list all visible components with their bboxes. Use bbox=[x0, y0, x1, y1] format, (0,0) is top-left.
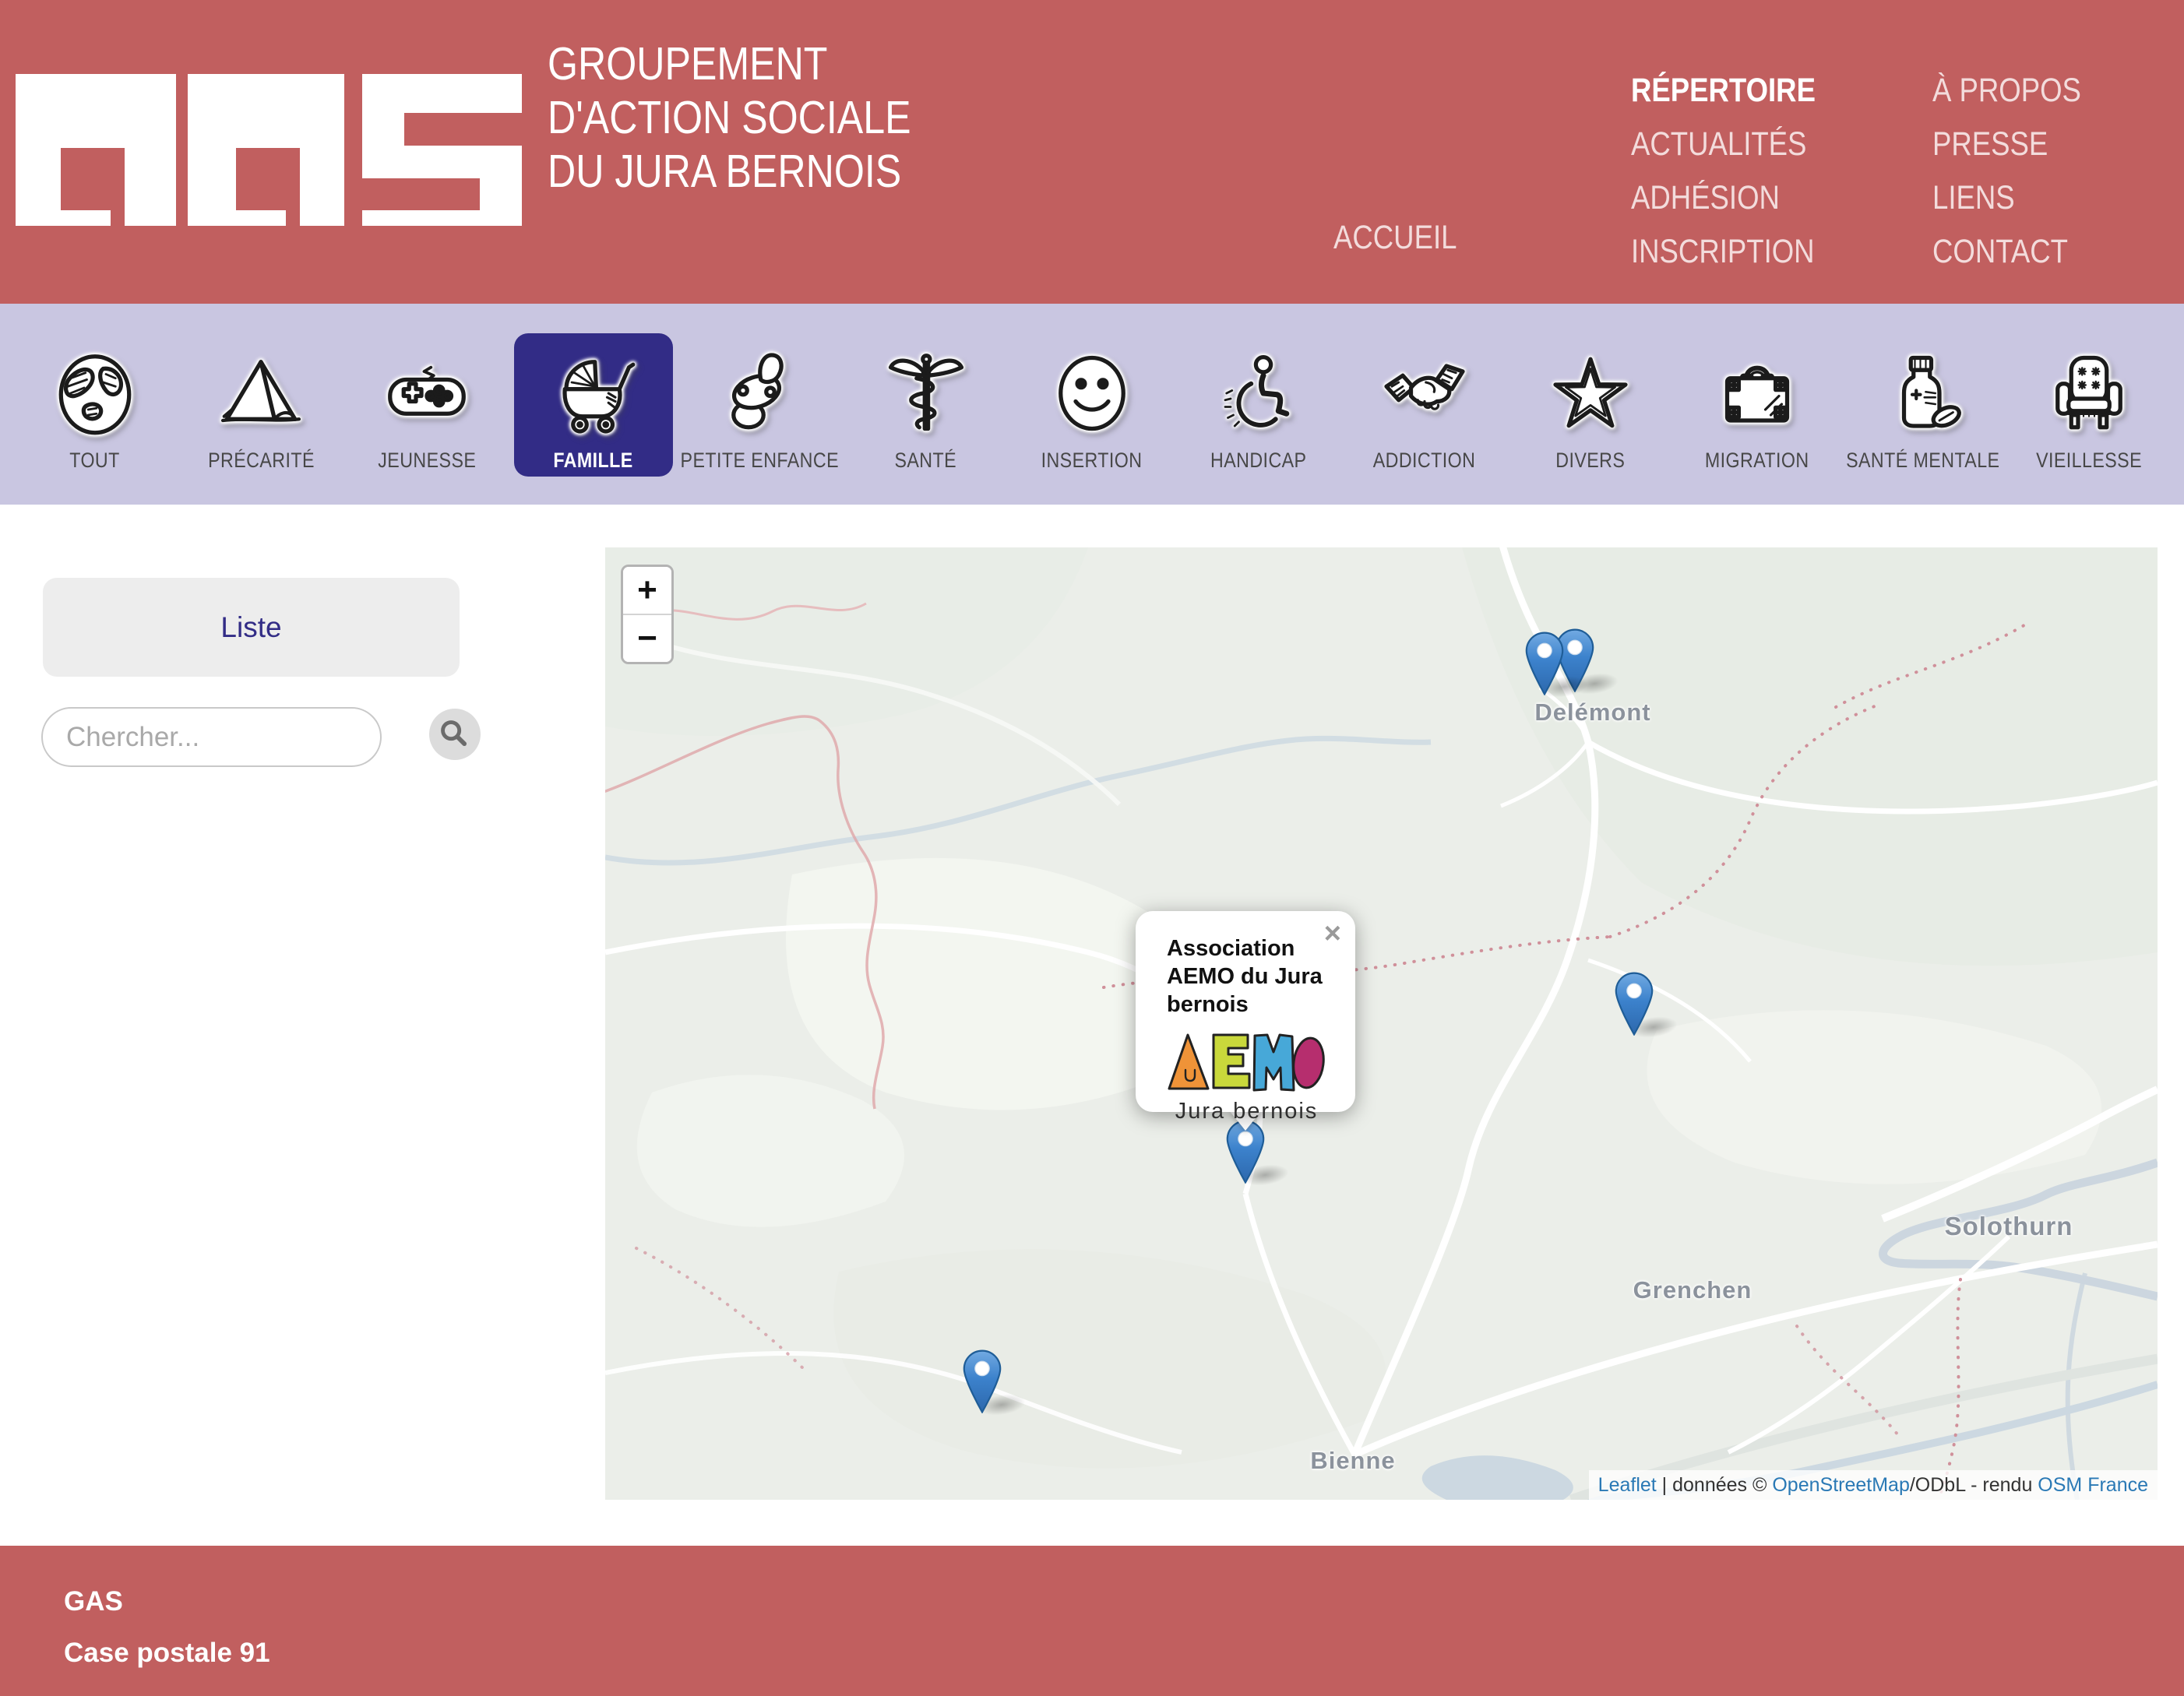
category-tout[interactable]: TOUT bbox=[16, 333, 174, 477]
search-icon bbox=[435, 714, 475, 755]
tent-icon bbox=[217, 347, 305, 439]
category-famille[interactable]: FAMILLE bbox=[514, 333, 673, 477]
category-migration[interactable]: MIGRATION bbox=[1678, 333, 1837, 477]
nav-item-presse[interactable]: PRESSE bbox=[1932, 125, 2108, 164]
zoom-in-button[interactable]: + bbox=[623, 567, 671, 615]
gas-logo[interactable] bbox=[16, 74, 522, 226]
category-label: INSERTION bbox=[1033, 449, 1150, 473]
map-place-label-bienne: Bienne bbox=[1310, 1447, 1395, 1475]
category-insertion[interactable]: INSERTION bbox=[1013, 333, 1171, 477]
map-place-label-solothurn: Solothurn bbox=[1945, 1212, 2073, 1241]
nav-column-2: À PROPOS PRESSE LIENS CONTACT bbox=[1932, 72, 2108, 287]
globe-icon bbox=[51, 347, 139, 439]
category-label: TOUT bbox=[65, 449, 124, 473]
map-canvas[interactable]: + − Delémont Solothurn Grenchen Bienne × As… bbox=[605, 547, 2158, 1500]
pacifier-icon bbox=[716, 347, 803, 439]
category-label: JEUNESSE bbox=[370, 449, 484, 473]
category-label: PETITE ENFANCE bbox=[668, 449, 852, 473]
site-title: GROUPEMENT D'ACTION SOCIALE DU JURA BERN… bbox=[548, 37, 975, 199]
map-attribution: Leaflet | données © OpenStreetMap/ODbL -… bbox=[1589, 1470, 2158, 1500]
marker-delemont-west[interactable] bbox=[1525, 632, 1564, 699]
search-input[interactable] bbox=[41, 707, 382, 767]
header: GROUPEMENT D'ACTION SOCIALE DU JURA BERN… bbox=[0, 0, 2184, 304]
nav-column-1: RÉPERTOIRE ACTUALITÉS ADHÉSION INSCRIPTION bbox=[1631, 72, 1848, 287]
star-icon bbox=[1547, 347, 1634, 439]
wheelchair-icon bbox=[1214, 347, 1302, 439]
category-petite-enfance[interactable]: PETITE ENFANCE bbox=[680, 333, 839, 477]
category-vieillesse[interactable]: VIEILLESSE bbox=[2010, 333, 2168, 477]
category-label: VIEILLESSE bbox=[2027, 449, 2151, 473]
site-title-line2: D'ACTION SOCIALE bbox=[548, 91, 911, 145]
category-bar: TOUT PRÉCARITÉ JEUNESSE FAMILLE PETITE ENFAN… bbox=[0, 304, 2184, 505]
category-label: SANTÉ MENTALE bbox=[1834, 449, 2013, 473]
zoom-out-button[interactable]: − bbox=[623, 615, 671, 662]
nav-item-adh-sion[interactable]: ADHÉSION bbox=[1631, 179, 1848, 217]
nav-item-inscription[interactable]: INSCRIPTION bbox=[1631, 233, 1848, 271]
view-toggle: Liste Carte bbox=[43, 578, 460, 677]
category-label: PRÉCARITÉ bbox=[199, 449, 323, 473]
map-place-label-del-mont: Delémont bbox=[1534, 698, 1650, 727]
category-label: FAMILLE bbox=[547, 449, 639, 473]
map-zoom-control: + − bbox=[621, 565, 674, 664]
category-sant-mentale[interactable]: SANTÉ MENTALE bbox=[1844, 333, 2003, 477]
pram-icon bbox=[550, 347, 637, 439]
category-label: SANTÉ bbox=[889, 449, 962, 473]
category-handicap[interactable]: HANDICAP bbox=[1178, 333, 1337, 477]
category-addiction[interactable]: ADDICTION bbox=[1345, 333, 1504, 477]
category-divers[interactable]: DIVERS bbox=[1511, 333, 1670, 477]
site-title-line3: DU JURA BERNOIS bbox=[548, 145, 901, 199]
footer: GAS Case postale 91 bbox=[0, 1546, 2184, 1696]
category-sant-[interactable]: SANTÉ bbox=[847, 333, 1006, 477]
nav-item-actualit-s[interactable]: ACTUALITÉS bbox=[1631, 125, 1848, 164]
marker-southwest[interactable] bbox=[963, 1349, 1002, 1417]
nav-item-accueil[interactable]: ACCUEIL bbox=[1333, 219, 1478, 257]
aemo-logo bbox=[1167, 1029, 1326, 1093]
attribution-text: | données © bbox=[1657, 1474, 1773, 1497]
category-pr-carit-[interactable]: PRÉCARITÉ bbox=[181, 333, 340, 477]
search-button[interactable] bbox=[429, 709, 481, 760]
handshake-icon bbox=[1381, 347, 1468, 439]
nav-item--propos[interactable]: À PROPOS bbox=[1932, 72, 2108, 110]
map-popup: × Association AEMO du Jura bernois Jura … bbox=[1136, 911, 1355, 1112]
leaflet-link[interactable]: Leaflet bbox=[1598, 1474, 1657, 1497]
caduceus-icon bbox=[882, 347, 970, 439]
popup-title: Association AEMO du Jura bernois bbox=[1167, 934, 1337, 1019]
marker-east[interactable] bbox=[1615, 972, 1654, 1040]
suitcase-icon bbox=[1714, 347, 1801, 439]
attribution-text-2: /ODbL - rendu bbox=[1910, 1474, 2038, 1497]
list-view-button[interactable]: Liste bbox=[43, 578, 460, 677]
category-label: MIGRATION bbox=[1696, 449, 1818, 473]
map-place-label-grenchen: Grenchen bbox=[1633, 1276, 1752, 1304]
category-label: DIVERS bbox=[1550, 449, 1631, 473]
footer-address: Case postale 91 bbox=[64, 1638, 270, 1669]
aemo-logo-subtitle: Jura bernois bbox=[1167, 1099, 1326, 1124]
medicine-bottle-icon bbox=[1879, 347, 1967, 439]
site-title-line1: GROUPEMENT bbox=[548, 37, 827, 91]
footer-org-name: GAS bbox=[64, 1586, 123, 1617]
nav-home: ACCUEIL bbox=[1333, 219, 1478, 273]
popup-close-button[interactable]: × bbox=[1324, 919, 1341, 948]
category-label: HANDICAP bbox=[1203, 449, 1315, 473]
openstreetmap-link[interactable]: OpenStreetMap bbox=[1772, 1474, 1910, 1497]
category-label: ADDICTION bbox=[1365, 449, 1484, 473]
osm-france-link[interactable]: OSM France bbox=[2038, 1474, 2148, 1497]
page: GROUPEMENT D'ACTION SOCIALE DU JURA BERN… bbox=[0, 0, 2184, 1696]
nav-item-r-pertoire[interactable]: RÉPERTOIRE bbox=[1631, 72, 1848, 110]
smiley-icon bbox=[1048, 347, 1136, 439]
gamepad-icon bbox=[383, 347, 470, 439]
category-jeunesse[interactable]: JEUNESSE bbox=[347, 333, 506, 477]
map-terrain bbox=[605, 547, 2158, 1500]
nav-item-contact[interactable]: CONTACT bbox=[1932, 233, 2108, 271]
armchair-icon bbox=[2045, 347, 2133, 439]
nav-item-liens[interactable]: LIENS bbox=[1932, 179, 2108, 217]
